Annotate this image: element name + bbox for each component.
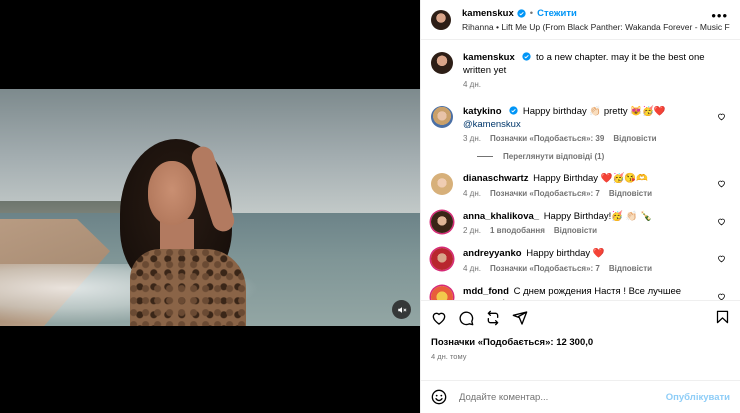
commenter-avatar[interactable]	[431, 106, 453, 128]
verified-badge-icon	[517, 8, 526, 18]
commenter-avatar[interactable]	[431, 210, 453, 233]
author-username[interactable]: kamenskux	[462, 8, 514, 19]
post-video[interactable]	[0, 89, 420, 326]
comment-text: Happy birthday 👏🏻 pretty 😻🥳❤️	[522, 106, 666, 117]
commenter-avatar[interactable]	[431, 173, 453, 195]
volume-off-icon	[397, 306, 406, 313]
commenter-username[interactable]: dianaschwartz	[463, 173, 528, 184]
post-side-panel: kamenskux • Стежити Rihanna • Lift Me Up…	[420, 0, 740, 413]
verified-badge-icon	[509, 106, 518, 115]
comment-likes[interactable]: Позначки «Подобається»: 7	[490, 264, 600, 273]
repost-icon[interactable]	[485, 310, 501, 326]
reply-button[interactable]: Відповісти	[609, 264, 652, 273]
caption-time[interactable]: 4 дн.	[463, 80, 481, 89]
like-comment-heart-icon[interactable]	[717, 292, 726, 301]
like-comment-heart-icon[interactable]	[717, 179, 726, 188]
comment-bubble-icon[interactable]	[458, 310, 474, 326]
comment-time[interactable]: 4 дн.	[463, 264, 481, 273]
comment-composer: Опублікувати	[421, 380, 740, 413]
view-replies-button[interactable]: Переглянути відповіді (1)	[477, 152, 730, 161]
commenter-username[interactable]: katykino	[463, 106, 502, 117]
share-send-icon[interactable]	[512, 310, 528, 326]
post-likes-count[interactable]: Позначки «Подобається»: 12 300,0	[431, 337, 730, 348]
post-header: kamenskux • Стежити Rihanna • Lift Me Up…	[421, 0, 740, 40]
more-options-icon[interactable]: •••	[711, 9, 728, 22]
reply-button[interactable]: Відповісти	[554, 226, 597, 235]
video-person	[120, 139, 250, 326]
caption-avatar[interactable]	[431, 52, 453, 74]
emoji-smile-icon[interactable]	[431, 389, 447, 405]
reply-button[interactable]: Відповісти	[613, 134, 656, 143]
verified-badge-icon	[522, 52, 532, 61]
follow-button[interactable]: Стежити	[537, 8, 577, 19]
person-top	[130, 249, 246, 326]
person-face	[148, 161, 196, 225]
comment-likes[interactable]: Позначки «Подобається»: 7	[490, 189, 600, 198]
comment-time[interactable]: 2 дн.	[463, 226, 481, 235]
comment-input[interactable]	[459, 391, 666, 403]
caption-username[interactable]: kamenskux	[463, 52, 515, 63]
music-link[interactable]: Rihanna • Lift Me Up (From Black Panther…	[462, 22, 730, 32]
mute-button[interactable]	[392, 300, 411, 319]
replies-line	[477, 156, 493, 157]
comment-item: andreyyanko Happy birthday ❤️ 4 дн. Позн…	[431, 248, 730, 273]
post-dialog: kamenskux • Стежити Rihanna • Lift Me Up…	[0, 0, 740, 413]
comment-item: katykino Happy birthday 👏🏻 pretty 😻🥳❤️ @…	[431, 106, 730, 143]
publish-button[interactable]: Опублікувати	[666, 392, 730, 403]
comment-likes[interactable]: 1 вподобання	[490, 226, 545, 235]
comment-text: Happy birthday ❤️	[526, 248, 605, 259]
like-comment-heart-icon[interactable]	[717, 112, 726, 121]
caption: kamenskux to a new chapter. may it be th…	[431, 52, 730, 89]
author-avatar[interactable]	[431, 9, 451, 30]
mention-link[interactable]: @kamenskux	[463, 119, 521, 130]
view-replies-label: Переглянути відповіді (1)	[503, 152, 605, 161]
commenter-avatar[interactable]	[431, 248, 453, 270]
like-comment-heart-icon[interactable]	[717, 254, 726, 263]
comment-text: Happy Birthday ❤️🥳😘🫶	[533, 173, 649, 184]
like-heart-icon[interactable]	[431, 310, 447, 326]
comment-item: anna_khalikova_ Happy Birthday!🥳 👏🏻 🍾 2 …	[431, 210, 730, 235]
media-panel	[0, 0, 420, 413]
commenter-username[interactable]: anna_khalikova_	[463, 211, 539, 222]
like-comment-heart-icon[interactable]	[717, 217, 726, 226]
post-actions: Позначки «Подобається»: 12 300,0 4 дн. т…	[421, 300, 740, 380]
post-timestamp[interactable]: 4 дн. тому	[431, 352, 730, 361]
save-bookmark-icon[interactable]	[715, 309, 730, 325]
comment-item: dianaschwartz Happy Birthday ❤️🥳😘🫶 4 дн.…	[431, 173, 730, 198]
commenter-username[interactable]: mdd_fond	[463, 286, 509, 297]
commenter-username[interactable]: andreyyanko	[463, 248, 522, 259]
comment-item: mdd_fond С днем рождения Настя ! Все луч…	[431, 285, 730, 301]
separator-dot: •	[529, 7, 534, 19]
comments-list: kamenskux to a new chapter. may it be th…	[421, 40, 740, 300]
comment-time[interactable]: 4 дн.	[463, 189, 481, 198]
comment-likes[interactable]: Позначки «Подобається»: 39	[490, 134, 604, 143]
comment-time[interactable]: 3 дн.	[463, 134, 481, 143]
reply-button[interactable]: Відповісти	[609, 189, 652, 198]
commenter-avatar[interactable]	[431, 285, 453, 300]
comment-text: Happy Birthday!🥳 👏🏻 🍾	[543, 210, 653, 222]
